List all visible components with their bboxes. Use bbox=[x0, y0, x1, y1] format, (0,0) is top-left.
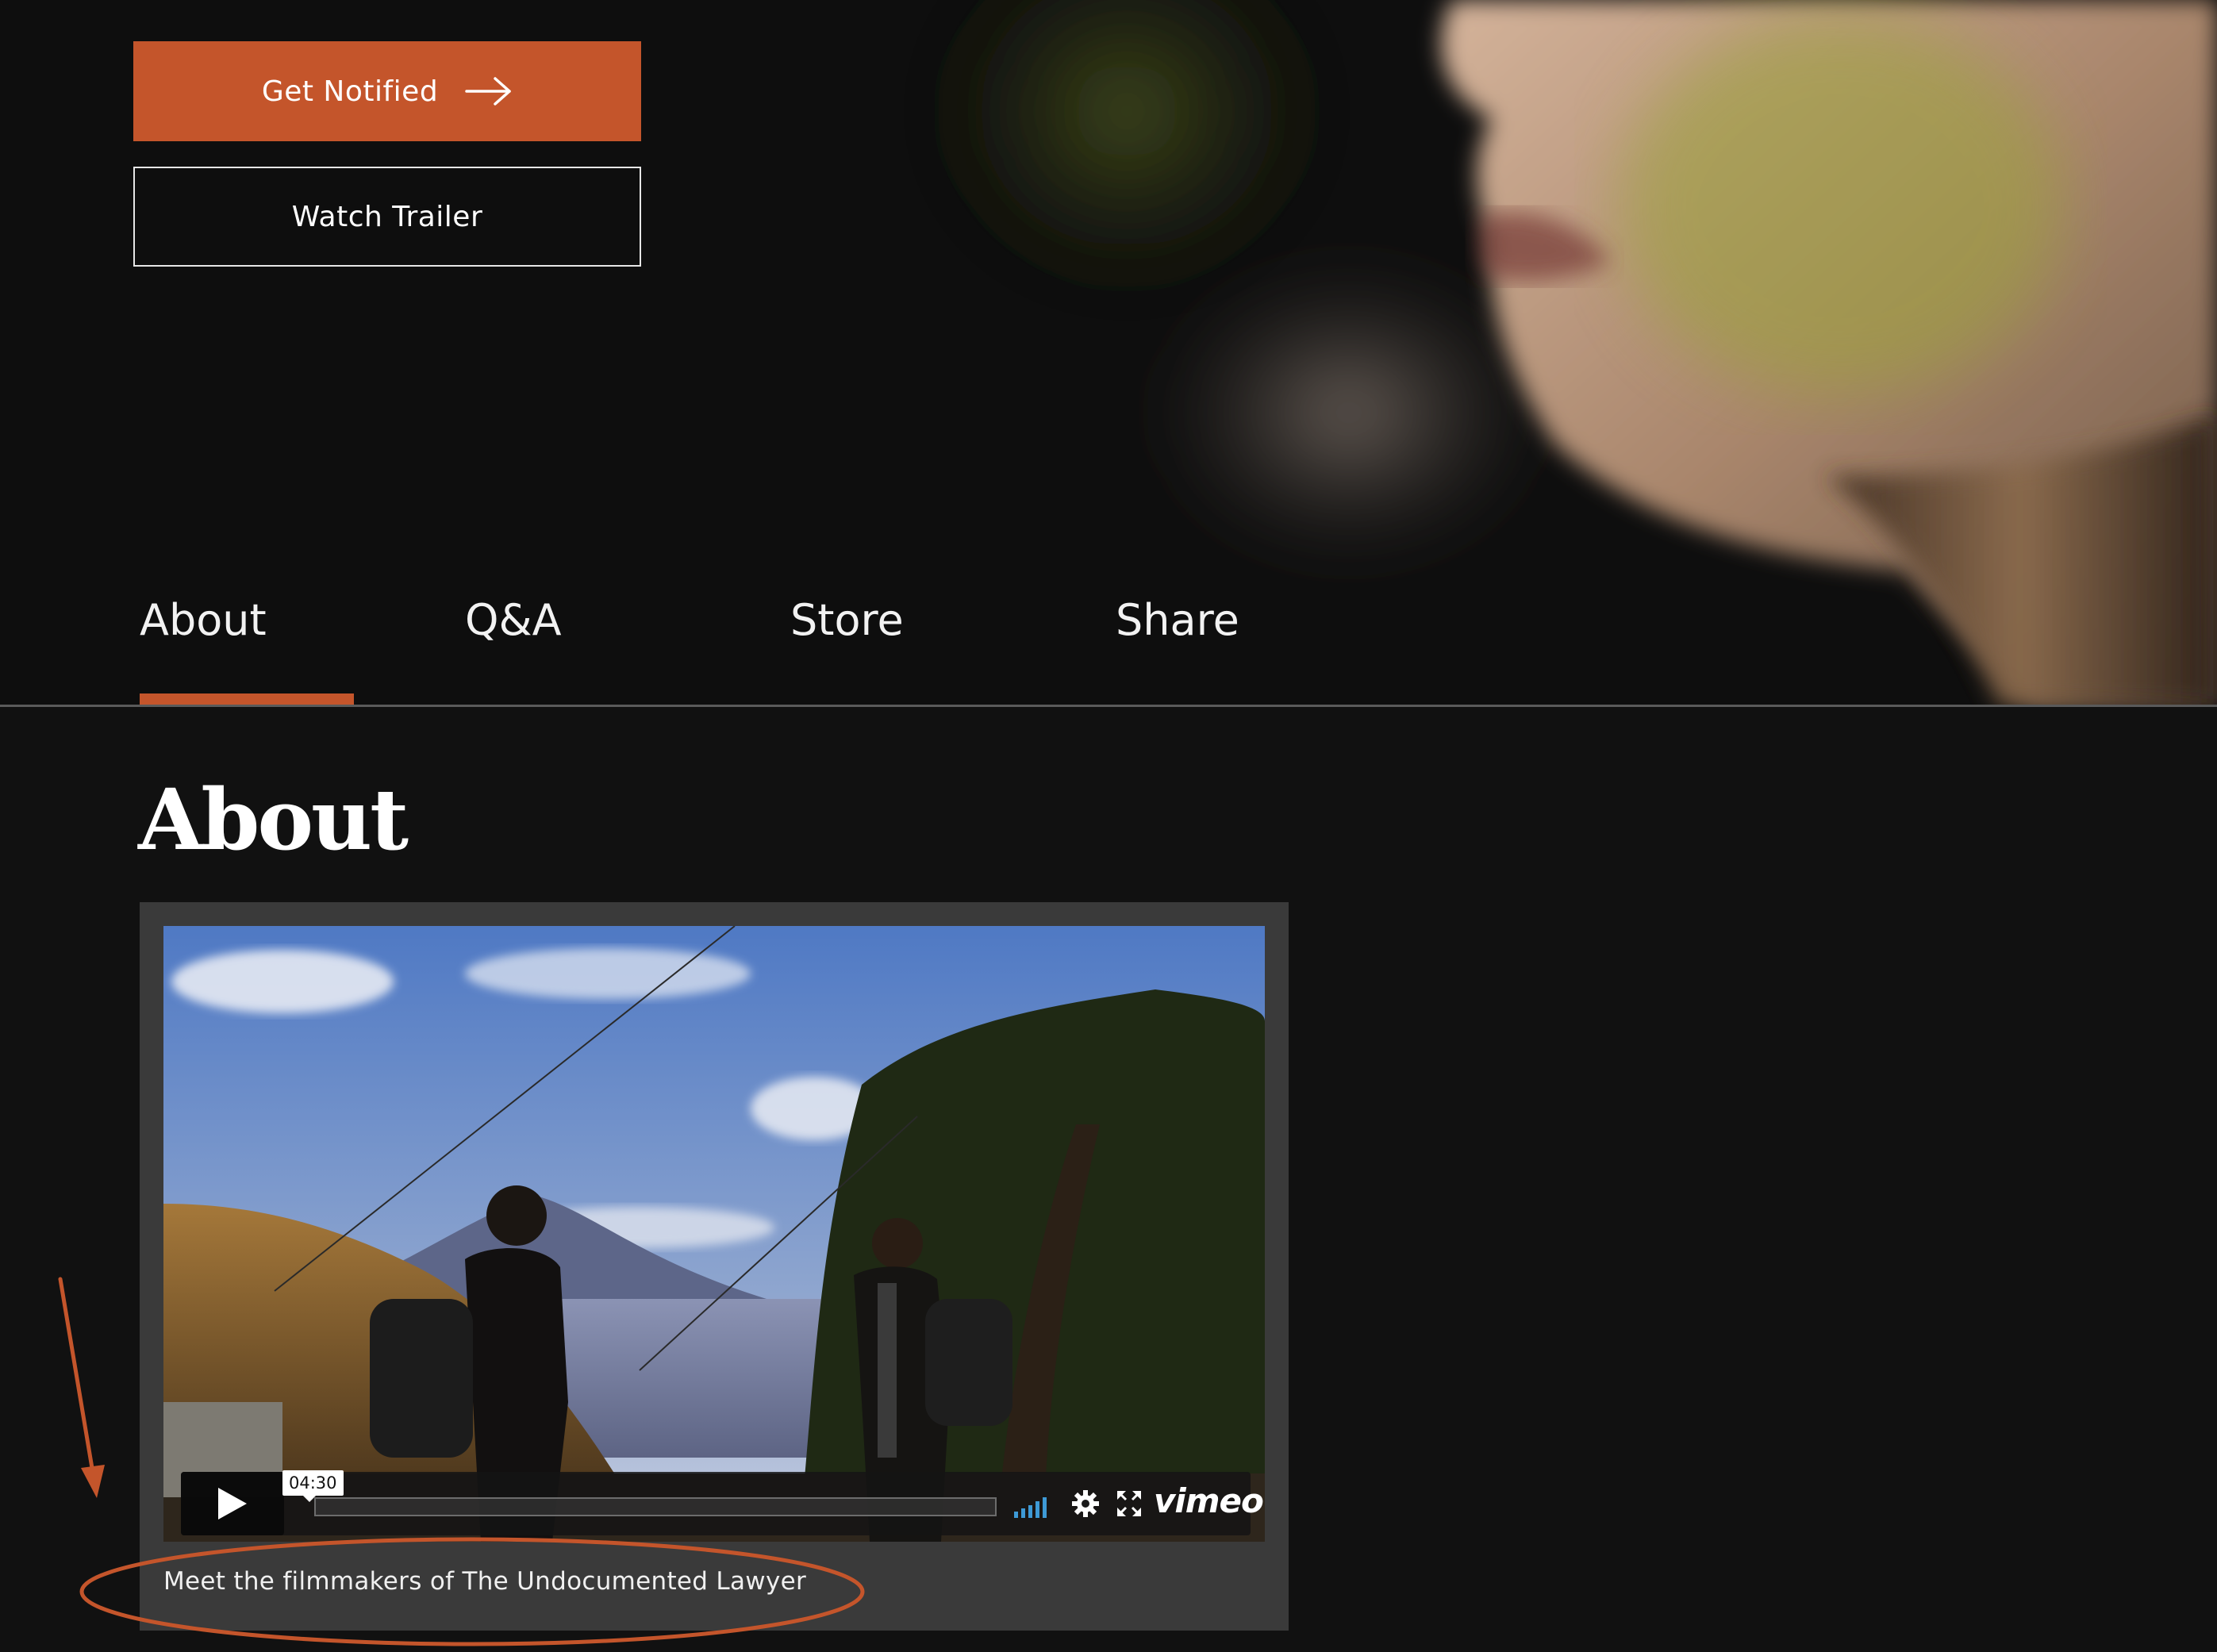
progress-bar[interactable]: 04:30 bbox=[282, 1470, 997, 1516]
watch-trailer-button[interactable]: Watch Trailer bbox=[133, 167, 641, 267]
tab-about[interactable]: About bbox=[140, 587, 267, 706]
about-heading: About bbox=[138, 770, 409, 869]
active-tab-indicator bbox=[140, 693, 354, 705]
tab-store[interactable]: Store bbox=[790, 587, 904, 706]
tabs-divider bbox=[0, 705, 2217, 707]
get-notified-button[interactable]: Get Notified bbox=[133, 41, 641, 141]
play-icon bbox=[218, 1488, 247, 1519]
annotation-arrow bbox=[58, 1277, 105, 1498]
play-button[interactable] bbox=[181, 1472, 284, 1535]
duration-tooltip: 04:30 bbox=[282, 1470, 344, 1502]
gear-icon[interactable] bbox=[1070, 1488, 1101, 1519]
video-controls: 04:30 vimeo bbox=[181, 1470, 1264, 1535]
video-caption: Meet the filmmakers of The Undocumented … bbox=[163, 1567, 807, 1596]
fullscreen-icon[interactable] bbox=[1116, 1489, 1143, 1518]
arrow-right-icon bbox=[465, 77, 511, 106]
video-player[interactable]: 04:30 vimeo bbox=[163, 926, 1265, 1542]
volume-icon[interactable] bbox=[1012, 1488, 1052, 1519]
video-card: 04:30 vimeo Meet the filmmakers of The U… bbox=[140, 902, 1289, 1631]
watch-trailer-label: Watch Trailer bbox=[291, 200, 483, 233]
tab-share[interactable]: Share bbox=[1116, 587, 1239, 706]
get-notified-label: Get Notified bbox=[261, 75, 439, 108]
section-tabs: About Q&A Store Share bbox=[0, 587, 1349, 706]
vimeo-logo[interactable]: vimeo bbox=[1154, 1481, 1264, 1520]
tab-qa[interactable]: Q&A bbox=[465, 587, 562, 706]
video-thumbnail bbox=[163, 926, 1265, 1542]
